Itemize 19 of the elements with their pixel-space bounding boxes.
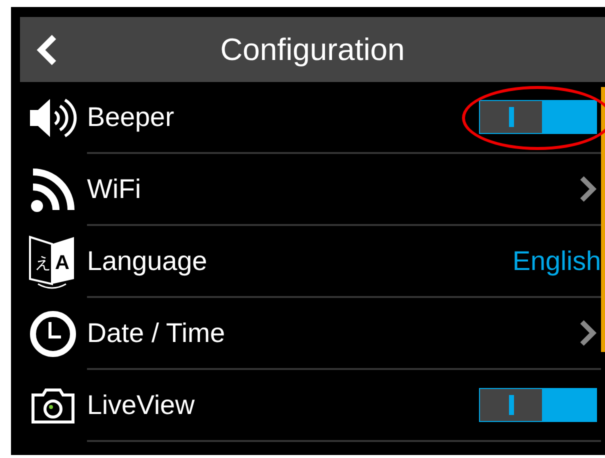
back-icon[interactable] xyxy=(36,34,58,66)
toggle-switch[interactable] xyxy=(479,100,597,134)
setting-value[interactable]: English xyxy=(512,246,601,276)
icon-glyph: え xyxy=(34,253,50,272)
clock-icon xyxy=(28,310,76,358)
wifi-icon xyxy=(30,167,76,213)
setting-label: LiveView xyxy=(87,390,195,420)
screen-title: Configuration xyxy=(220,32,405,68)
translate-book-icon xyxy=(28,236,74,289)
camera-icon xyxy=(30,388,76,424)
chevron-right-icon[interactable] xyxy=(579,319,597,347)
toggle-switch[interactable] xyxy=(479,388,597,422)
setting-label: Beeper xyxy=(87,102,174,132)
icon-glyph: A xyxy=(54,252,69,274)
setting-label: WiFi xyxy=(87,174,141,204)
setting-label: Language xyxy=(87,246,208,276)
setting-label: Date / Time xyxy=(87,318,226,348)
speaker-icon xyxy=(28,96,78,140)
chevron-right-icon[interactable] xyxy=(579,175,597,203)
